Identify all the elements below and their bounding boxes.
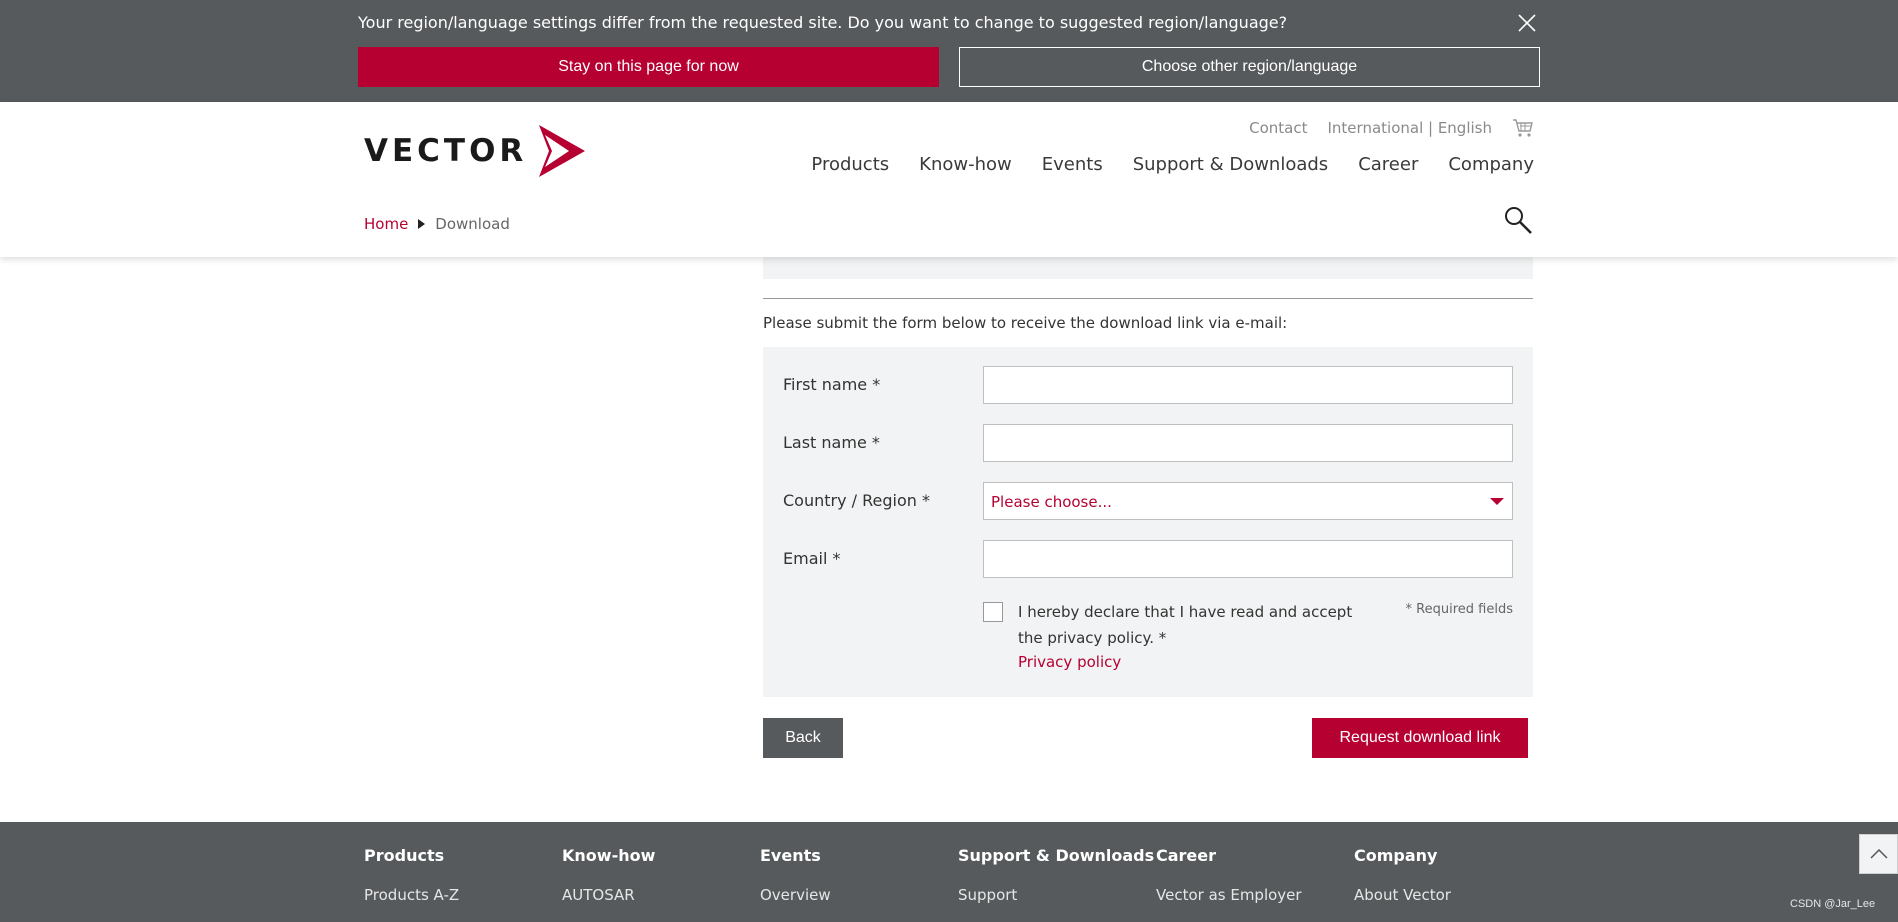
last-name-field[interactable] <box>983 424 1513 462</box>
footer-col-know-how: Know-how AUTOSAR <box>562 846 655 904</box>
breadcrumb: Home Download <box>364 215 510 233</box>
email-field[interactable] <box>983 540 1513 578</box>
contact-link[interactable]: Contact <box>1249 119 1307 137</box>
download-form: First name * Last name * Country / Regio… <box>763 347 1533 697</box>
search-icon[interactable] <box>1503 205 1533 235</box>
country-select-value: Please choose... <box>991 493 1112 511</box>
nav-events[interactable]: Events <box>1042 154 1103 175</box>
scroll-to-top-button[interactable] <box>1859 834 1898 874</box>
country-select[interactable]: Please choose... <box>983 482 1513 520</box>
breadcrumb-home[interactable]: Home <box>364 215 408 233</box>
footer-heading[interactable]: Products <box>364 846 459 865</box>
footer-col-events: Events Overview <box>760 846 831 904</box>
last-name-label: Last name * <box>783 433 880 452</box>
site-header: VECTOR Contact International | English P… <box>0 102 1898 257</box>
region-link[interactable]: International | English <box>1328 119 1493 137</box>
logo-text: VECTOR <box>364 133 528 169</box>
region-message: Your region/language settings differ fro… <box>358 13 1288 32</box>
footer-col-company: Company About Vector <box>1354 846 1451 904</box>
chevron-up-icon <box>1869 848 1888 859</box>
footer-heading[interactable]: Career <box>1156 846 1302 865</box>
country-label: Country / Region * <box>783 491 930 510</box>
region-banner: Your region/language settings differ fro… <box>0 0 1898 102</box>
chevron-down-icon <box>1490 498 1504 505</box>
required-fields-note: * Required fields <box>1405 602 1513 617</box>
first-name-label: First name * <box>783 375 881 394</box>
section-divider <box>763 298 1533 299</box>
first-name-field[interactable] <box>983 366 1513 404</box>
email-label: Email * <box>783 549 841 568</box>
utility-links: Contact International | English <box>1249 118 1534 138</box>
breadcrumb-separator-icon <box>418 219 426 229</box>
main-nav: Products Know-how Events Support & Downl… <box>811 154 1534 175</box>
footer-link[interactable]: Support <box>958 886 1154 904</box>
stay-on-page-button[interactable]: Stay on this page for now <box>358 47 939 87</box>
choose-region-button[interactable]: Choose other region/language <box>959 47 1540 87</box>
footer-col-career: Career Vector as Employer <box>1156 846 1302 904</box>
footer-heading[interactable]: Company <box>1354 846 1451 865</box>
watermark: CSDN @Jar_Lee <box>1790 898 1876 910</box>
vector-arrow-logo <box>539 125 586 177</box>
request-download-link-button[interactable]: Request download link <box>1312 718 1528 758</box>
previous-section-strip <box>763 257 1533 279</box>
nav-know-how[interactable]: Know-how <box>919 154 1012 175</box>
footer-link[interactable]: Vector as Employer <box>1156 886 1302 904</box>
consent-text: I hereby declare that I have read and ac… <box>1018 603 1353 647</box>
footer-heading[interactable]: Know-how <box>562 846 655 865</box>
site-footer: Products Products A-Z Know-how AUTOSAR E… <box>0 822 1898 922</box>
footer-col-products: Products Products A-Z <box>364 846 459 904</box>
vector-logo[interactable]: VECTOR <box>364 125 586 177</box>
footer-heading[interactable]: Support & Downloads <box>958 846 1154 865</box>
nav-support-downloads[interactable]: Support & Downloads <box>1133 154 1329 175</box>
breadcrumb-current: Download <box>435 215 510 233</box>
privacy-policy-link[interactable]: Privacy policy <box>1018 653 1121 671</box>
footer-link[interactable]: Products A-Z <box>364 886 459 904</box>
footer-link[interactable]: About Vector <box>1354 886 1451 904</box>
nav-career[interactable]: Career <box>1358 154 1418 175</box>
back-button[interactable]: Back <box>763 718 843 758</box>
nav-company[interactable]: Company <box>1448 154 1534 175</box>
footer-heading[interactable]: Events <box>760 846 831 865</box>
privacy-checkbox[interactable] <box>983 602 1003 622</box>
close-icon[interactable] <box>1516 12 1538 34</box>
form-intro: Please submit the form below to receive … <box>763 314 1288 332</box>
cart-icon[interactable] <box>1512 118 1534 138</box>
footer-link[interactable]: AUTOSAR <box>562 886 655 904</box>
nav-products[interactable]: Products <box>811 154 889 175</box>
footer-col-support-downloads: Support & Downloads Support <box>958 846 1154 904</box>
footer-link[interactable]: Overview <box>760 886 831 904</box>
